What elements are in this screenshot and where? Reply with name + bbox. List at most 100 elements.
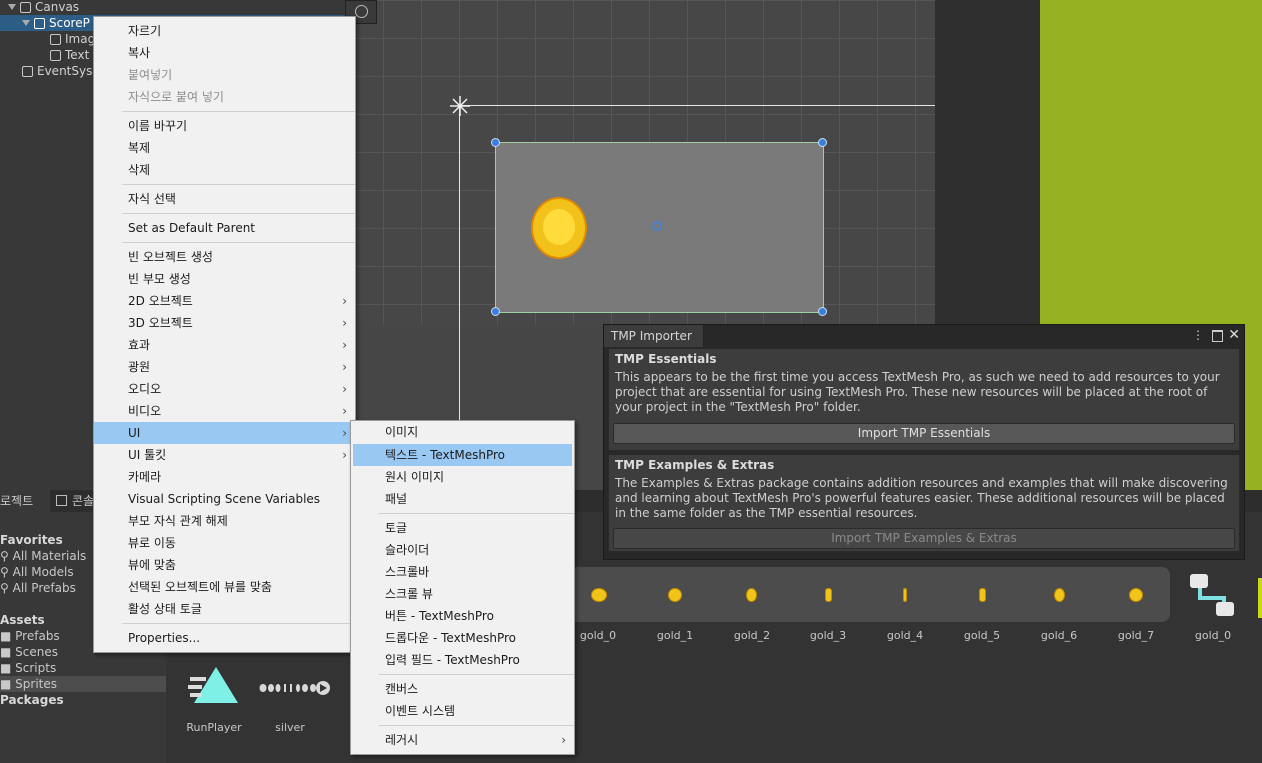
- menu-item-move-to-view[interactable]: 뷰로 이동: [94, 532, 355, 554]
- favorite-all-materials[interactable]: ⚲ All Materials: [0, 548, 86, 564]
- packages-header[interactable]: Packages: [0, 692, 64, 708]
- asset-thumbnail-partial[interactable]: [1258, 578, 1262, 618]
- menu-item-effects[interactable]: 효과 ›: [94, 334, 355, 356]
- menu-item-video[interactable]: 비디오 ›: [94, 400, 355, 422]
- submenu-item-scrollbar[interactable]: 스크롤바: [351, 561, 574, 583]
- asset-label[interactable]: gold_2: [722, 629, 782, 642]
- menu-item-ui-toolkit[interactable]: UI 툴킷 ›: [94, 444, 355, 466]
- animation-controller-icon[interactable]: [1188, 572, 1238, 620]
- menu-item-visual-scripting-variables[interactable]: Visual Scripting Scene Variables: [94, 488, 355, 510]
- folder-prefabs[interactable]: ■ Prefabs: [0, 628, 60, 644]
- folder-scenes[interactable]: ■ Scenes: [0, 644, 58, 660]
- scene-view[interactable]: [345, 0, 935, 325]
- tmp-importer-tab[interactable]: TMP Importer: [604, 325, 704, 347]
- asset-label[interactable]: gold_6: [1029, 629, 1089, 642]
- submenu-item-legacy[interactable]: 레거시 ›: [351, 729, 574, 751]
- hierarchy-item-eventsystem[interactable]: EventSys: [22, 63, 92, 79]
- menu-item-create-empty[interactable]: 빈 오브젝트 생성: [94, 246, 355, 268]
- menu-item-2d-object[interactable]: 2D 오브젝트 ›: [94, 290, 355, 312]
- menu-item-rename[interactable]: 이름 바꾸기: [94, 115, 355, 137]
- resize-handle[interactable]: [818, 307, 827, 316]
- submenu-item-slider[interactable]: 슬라이더: [351, 539, 574, 561]
- submenu-item-button-tmp[interactable]: 버튼 - TextMeshPro: [351, 605, 574, 627]
- menu-item-ui[interactable]: UI ›: [94, 422, 355, 444]
- asset-label[interactable]: RunPlayer: [180, 721, 248, 734]
- submenu-item-dropdown-tmp[interactable]: 드롭다운 - TextMeshPro: [351, 627, 574, 649]
- favorite-all-models[interactable]: ⚲ All Models: [0, 564, 74, 580]
- assets-header[interactable]: Assets: [0, 612, 45, 628]
- submenu-item-raw-image[interactable]: 원시 이미지: [351, 466, 574, 488]
- sprite-thumbnail[interactable]: [825, 588, 832, 602]
- resize-handle[interactable]: [818, 138, 827, 147]
- submenu-item-scroll-view[interactable]: 스크롤 뷰: [351, 583, 574, 605]
- menu-item-select-children[interactable]: 자식 선택: [94, 188, 355, 210]
- chevron-right-icon: ›: [342, 448, 347, 462]
- menu-item-duplicate[interactable]: 복제: [94, 137, 355, 159]
- menu-item-toggle-active[interactable]: 활성 상태 토글: [94, 598, 355, 620]
- tab-console[interactable]: 콘솔: [56, 490, 94, 512]
- submenu-item-panel[interactable]: 패널: [351, 488, 574, 510]
- chevron-right-icon: ›: [342, 382, 347, 396]
- gameobject-icon: [50, 34, 61, 45]
- pivot-anchor-icon[interactable]: [449, 95, 471, 117]
- resize-handle[interactable]: [491, 138, 500, 147]
- more-options-icon[interactable]: ⋮: [1192, 328, 1204, 342]
- menu-item-copy[interactable]: 복사: [94, 42, 355, 64]
- asset-label[interactable]: gold_1: [645, 629, 705, 642]
- sprite-thumbnail[interactable]: [1054, 588, 1065, 602]
- expand-arrow-icon[interactable]: [8, 4, 16, 10]
- sprite-thumbnail[interactable]: [1129, 588, 1143, 602]
- sprite-thumbnail[interactable]: [746, 588, 757, 602]
- menu-item-light[interactable]: 광원 ›: [94, 356, 355, 378]
- hierarchy-item-text[interactable]: Text: [50, 47, 89, 63]
- menu-item-align-view-to-selected[interactable]: 선택된 오브젝트에 뷰를 맞춤: [94, 576, 355, 598]
- asset-label[interactable]: gold_7: [1106, 629, 1166, 642]
- menu-item-paste[interactable]: 붙여넣기: [94, 64, 355, 86]
- asset-label[interactable]: silver: [262, 721, 318, 734]
- menu-item-cut[interactable]: 자르기: [94, 20, 355, 42]
- score-panel-rect[interactable]: [495, 142, 824, 313]
- sprite-thumbnail[interactable]: [979, 588, 986, 602]
- submenu-item-toggle[interactable]: 토글: [351, 517, 574, 539]
- menu-item-align-with-view[interactable]: 뷰에 맞춤: [94, 554, 355, 576]
- hierarchy-item-canvas[interactable]: Canvas: [8, 0, 79, 15]
- submenu-item-image[interactable]: 이미지: [351, 421, 574, 443]
- menu-item-clear-parent[interactable]: 부모 자식 관계 해제: [94, 510, 355, 532]
- asset-label[interactable]: gold_0: [1183, 629, 1243, 642]
- submenu-item-canvas[interactable]: 캔버스: [351, 678, 574, 700]
- favorite-all-prefabs[interactable]: ⚲ All Prefabs: [0, 580, 76, 596]
- menu-item-3d-object[interactable]: 3D 오브젝트 ›: [94, 312, 355, 334]
- folder-sprites[interactable]: ■ Sprites: [0, 676, 166, 692]
- silver-sprite-icon[interactable]: [258, 680, 332, 696]
- asset-label[interactable]: gold_3: [798, 629, 858, 642]
- maximize-icon[interactable]: [1212, 330, 1223, 342]
- menu-item-create-empty-parent[interactable]: 빈 부모 생성: [94, 268, 355, 290]
- coin-image[interactable]: [531, 197, 587, 259]
- resize-handle[interactable]: [491, 307, 500, 316]
- menu-item-delete[interactable]: 삭제: [94, 159, 355, 181]
- import-tmp-examples-button[interactable]: Import TMP Examples & Extras: [613, 528, 1235, 549]
- hierarchy-item-image[interactable]: Imag: [50, 31, 95, 47]
- asset-label[interactable]: gold_5: [952, 629, 1012, 642]
- tab-project[interactable]: 로젝트: [0, 490, 50, 512]
- sprite-thumbnail[interactable]: [668, 588, 682, 602]
- menu-item-paste-as-child[interactable]: 자식으로 붙여 넣기: [94, 86, 355, 108]
- menu-item-audio[interactable]: 오디오 ›: [94, 378, 355, 400]
- folder-scripts[interactable]: ■ Scripts: [0, 660, 56, 676]
- sprite-thumbnail[interactable]: [903, 588, 907, 602]
- submenu-item-input-field-tmp[interactable]: 입력 필드 - TextMeshPro: [351, 649, 574, 671]
- sprite-thumbnail[interactable]: [591, 588, 607, 602]
- expand-arrow-icon[interactable]: [22, 20, 30, 26]
- submenu-item-event-system[interactable]: 이벤트 시스템: [351, 700, 574, 722]
- menu-item-set-default-parent[interactable]: Set as Default Parent: [94, 217, 355, 239]
- runplayer-icon[interactable]: [188, 665, 240, 707]
- submenu-item-text-tmp[interactable]: 텍스트 - TextMeshPro: [353, 444, 572, 466]
- pivot-handle[interactable]: [652, 221, 662, 231]
- menu-item-properties[interactable]: Properties...: [94, 627, 355, 649]
- menu-item-camera[interactable]: 카메라: [94, 466, 355, 488]
- asset-label[interactable]: gold_4: [875, 629, 935, 642]
- import-tmp-essentials-button[interactable]: Import TMP Essentials: [613, 423, 1235, 444]
- favorites-header[interactable]: Favorites: [0, 532, 63, 548]
- close-icon[interactable]: ✕: [1228, 327, 1240, 343]
- asset-label[interactable]: gold_0: [568, 629, 628, 642]
